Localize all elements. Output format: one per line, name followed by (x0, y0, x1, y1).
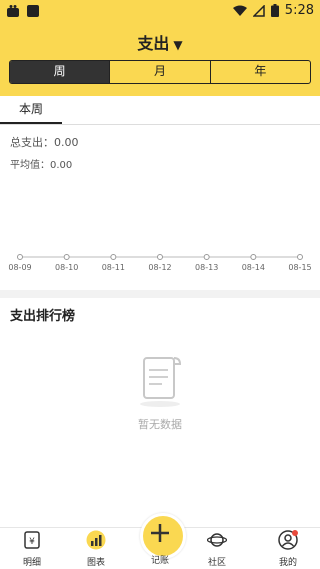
nav-profile-label: 我的 (278, 558, 297, 568)
nav-details-label: 明细 (22, 558, 41, 568)
tab-month[interactable]: 月 (109, 61, 209, 83)
empty-state: 暂无数据 (0, 352, 320, 432)
data-point (63, 254, 70, 260)
x-tick-label: 08-14 (242, 263, 265, 272)
x-tick-label: 08-11 (102, 263, 125, 272)
square-notification-icon (27, 5, 39, 17)
x-tick-label: 08-09 (8, 263, 31, 272)
data-point (157, 254, 163, 260)
data-point (110, 254, 117, 260)
nav-profile[interactable]: 我的 (264, 530, 312, 568)
plus-icon (151, 524, 169, 542)
type-dropdown[interactable]: 支出 ▼ (0, 30, 320, 54)
page-title: 支出 (137, 34, 170, 53)
x-tick-label: 08-12 (148, 263, 171, 272)
nav-community[interactable]: 社区 (193, 530, 241, 568)
tab-week[interactable]: 周 (10, 61, 110, 83)
nav-record-label: 记账 (150, 556, 169, 566)
average-value: 平均值：0.00 (10, 160, 73, 171)
empty-text: 暂无数据 (138, 418, 182, 431)
total-expense: 总支出：0.00 (10, 136, 79, 149)
x-tick-label: 08-13 (195, 263, 218, 272)
x-tick-label: 08-10 (55, 263, 78, 272)
no-signal-icon (252, 4, 265, 17)
caret-down-icon: ▼ (173, 38, 183, 52)
data-point (297, 254, 303, 260)
details-icon: ¥ (24, 531, 40, 549)
chart-icon (86, 530, 106, 550)
wifi-icon (232, 5, 247, 16)
ranking-title: 支出排行榜 (10, 309, 76, 324)
empty-scroll-icon (140, 357, 182, 407)
period-selector: 周 月 年 (9, 60, 311, 84)
nav-community-label: 社区 (207, 558, 226, 568)
nav-chart[interactable]: 图表 (72, 530, 120, 568)
subtab-bar: 本周 (0, 96, 320, 125)
nav-details[interactable]: ¥ 明细 (8, 530, 56, 568)
battery-icon (270, 4, 279, 17)
data-point (250, 254, 257, 260)
app-notification-icon (7, 5, 19, 17)
summary: 总支出：0.00 平均值：0.00 (10, 134, 79, 171)
section-divider (0, 290, 320, 298)
tab-year[interactable]: 年 (209, 61, 310, 83)
notification-dot (292, 530, 298, 536)
subtab-this-week[interactable]: 本周 (0, 96, 62, 124)
data-point (17, 254, 23, 260)
data-point (203, 254, 210, 260)
nav-chart-label: 图表 (86, 558, 105, 568)
planet-icon (206, 533, 228, 547)
svg-text:¥: ¥ (29, 537, 35, 547)
expense-line-chart: 08-09 08-10 08-11 08-12 08-13 08-14 08-15 (8, 254, 312, 272)
status-time: 5:28 (284, 3, 314, 18)
status-bar: 5:28 (0, 0, 320, 24)
x-tick-label: 08-15 (288, 263, 311, 272)
